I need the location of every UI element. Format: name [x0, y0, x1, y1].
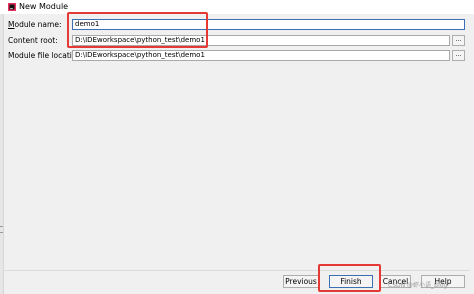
window-title: New Module: [19, 2, 69, 11]
previous-button[interactable]: Previous: [283, 275, 319, 288]
module-name-label: Module name:: [8, 20, 61, 30]
window-left-edge: [0, 14, 4, 294]
finish-button[interactable]: Finish: [329, 275, 373, 288]
edge-mark: [0, 226, 3, 227]
intellij-app-icon: [8, 3, 16, 11]
module-file-location-input[interactable]: D:\IDEworkspace\python_test\demo1: [72, 50, 450, 61]
module-name-input[interactable]: demo1: [72, 19, 465, 30]
module-name-label-text: odule name:: [14, 20, 62, 29]
content-root-input[interactable]: D:\IDEworkspace\python_test\demo1: [72, 35, 450, 46]
new-module-dialog: New Module Module name: demo1 Content ro…: [0, 0, 474, 294]
edge-mark: [0, 232, 3, 233]
module-file-location-browse-button[interactable]: ...: [452, 50, 465, 61]
title-bar: New Module: [0, 0, 474, 14]
content-root-browse-button[interactable]: ...: [452, 35, 465, 46]
content-root-label: Content root:: [8, 36, 58, 45]
footer-separator: [4, 270, 470, 271]
watermark: CSDN @虾小语_Blog: [388, 282, 448, 289]
